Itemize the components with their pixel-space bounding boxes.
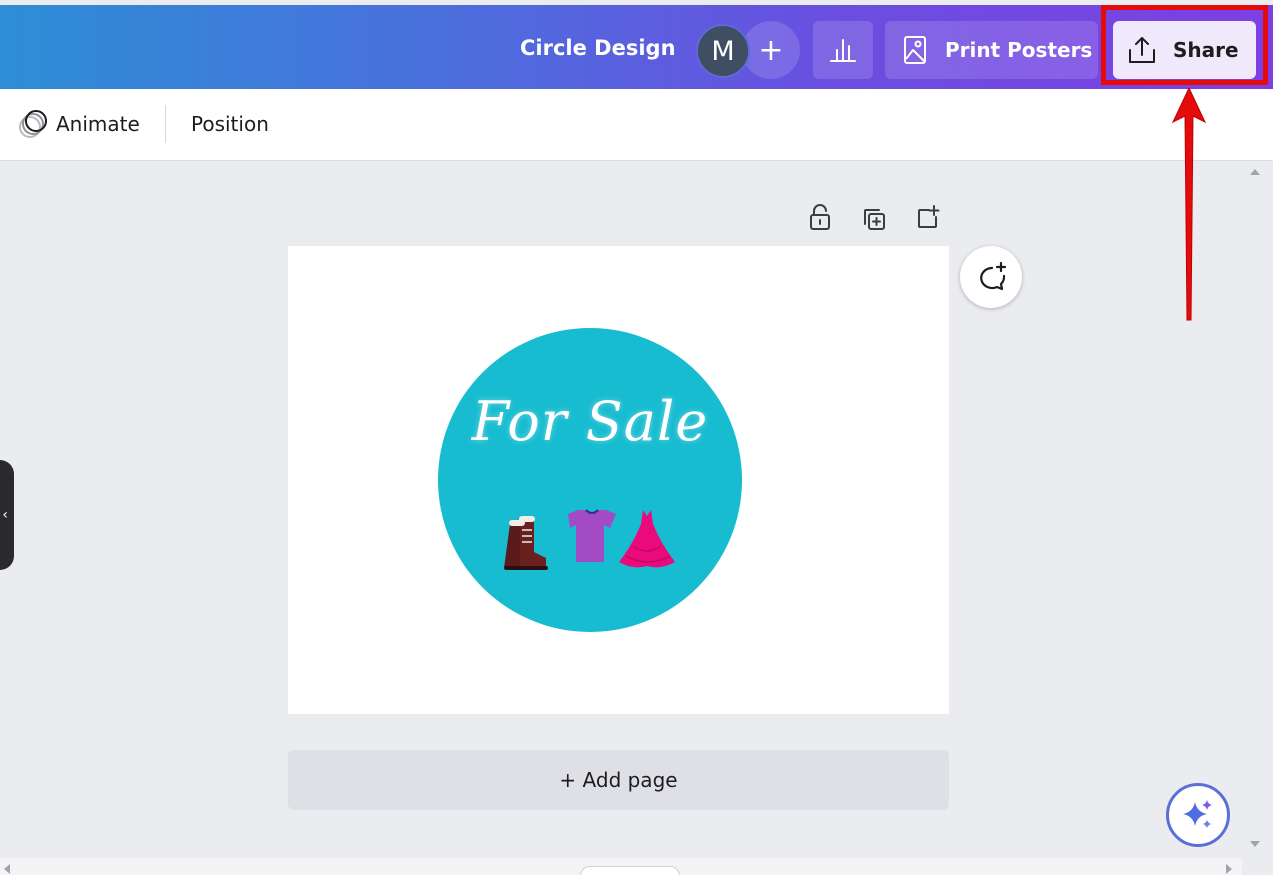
sale-circle-graphic[interactable]: For Sale xyxy=(438,328,742,632)
for-sale-text[interactable]: For Sale xyxy=(438,390,742,453)
clothing-illustration xyxy=(504,509,675,570)
duplicate-icon[interactable] xyxy=(860,205,888,233)
add-collaborator-button[interactable]: + xyxy=(742,21,800,79)
print-posters-label: Print Posters xyxy=(945,38,1093,62)
add-page-button[interactable]: + Add page xyxy=(288,750,949,810)
magic-assistant-button[interactable] xyxy=(1166,783,1230,847)
toolbar-divider xyxy=(165,105,166,143)
share-highlight-box xyxy=(1101,5,1268,85)
add-comment-button[interactable] xyxy=(960,246,1022,308)
comment-add-icon xyxy=(980,261,1007,291)
design-page[interactable]: For Sale xyxy=(288,246,949,714)
page-indicator-pill[interactable] xyxy=(580,866,680,875)
lock-open-icon[interactable] xyxy=(806,203,834,231)
side-panel-toggle[interactable]: ‹ xyxy=(0,460,14,570)
scroll-down-arrow[interactable] xyxy=(1250,841,1260,847)
image-frame-icon xyxy=(904,36,926,64)
animate-icon xyxy=(19,110,47,138)
bar-chart-icon xyxy=(830,39,856,62)
avatar[interactable]: M xyxy=(696,24,750,78)
dress-icon xyxy=(619,510,675,568)
magic-sparkle-icon xyxy=(1183,800,1212,828)
top-bar: Circle Design + M Print Posters Share xyxy=(0,5,1273,89)
add-page-icon[interactable] xyxy=(914,203,942,231)
editor-toolbar: Animate Position xyxy=(0,89,1273,161)
scroll-left-arrow[interactable] xyxy=(4,864,10,874)
boots-icon xyxy=(504,516,548,570)
tshirt-icon xyxy=(568,509,616,562)
scroll-up-arrow[interactable] xyxy=(1250,169,1260,175)
vertical-scrollbar[interactable] xyxy=(1242,161,1268,858)
insights-button[interactable] xyxy=(813,21,873,79)
annotation-arrow xyxy=(1171,86,1207,321)
position-button[interactable]: Position xyxy=(191,112,269,136)
design-title[interactable]: Circle Design xyxy=(520,36,676,60)
animate-button[interactable]: Animate xyxy=(16,109,140,139)
print-posters-button[interactable]: Print Posters xyxy=(885,21,1098,79)
scroll-right-arrow[interactable] xyxy=(1226,864,1232,874)
animate-label: Animate xyxy=(56,112,140,136)
